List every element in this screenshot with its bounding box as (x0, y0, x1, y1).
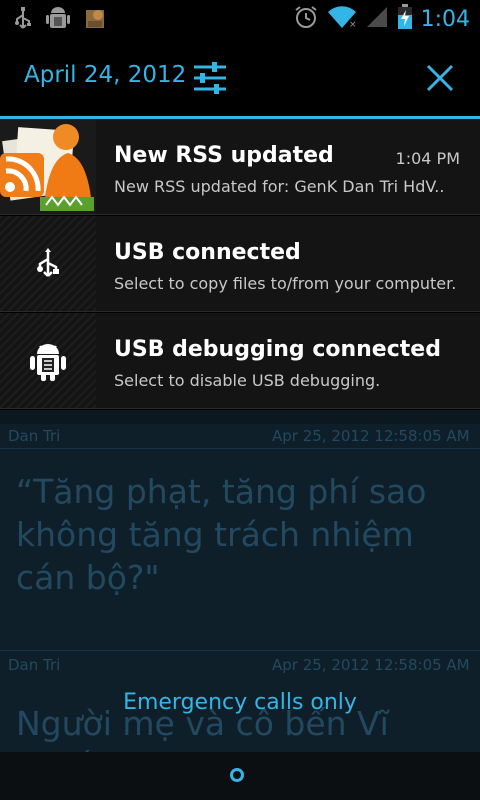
status-clock: 1:04 (420, 6, 470, 32)
feed-item-source: Dan Tri (8, 427, 61, 445)
rss-icon (0, 119, 96, 218)
notification-time: 1:04 PM (395, 149, 460, 168)
notification-header: April 24, 2012 (0, 38, 480, 116)
panel-handle-bar[interactable] (0, 752, 480, 800)
signal-icon (365, 5, 389, 33)
date-label: April 24, 2012 (24, 62, 187, 88)
notification-usb-debugging[interactable]: USB debugging connected Select to disabl… (0, 313, 480, 409)
android-debug-icon (30, 343, 66, 385)
emergency-calls-label: Emergency calls only (123, 690, 357, 715)
notification-title: USB debugging connected (114, 337, 441, 362)
notification-title: New RSS updated (114, 143, 334, 168)
close-icon (420, 64, 460, 102)
sliders-icon (190, 62, 230, 102)
alarm-icon (293, 4, 319, 34)
notification-text: Select to disable USB debugging. (114, 371, 381, 390)
rss-app-icon (84, 7, 108, 35)
settings-button[interactable] (190, 58, 230, 98)
notification-text: New RSS updated for: GenK Dan Tri HdV.. (114, 177, 445, 196)
battery-charging-icon (397, 4, 413, 34)
divider (0, 448, 480, 449)
feed-item-title[interactable]: “Tăng phạt, tăng phí sao không tăng trác… (16, 470, 466, 599)
status-bar: × 1:04 (0, 0, 480, 38)
notification-icon-area (0, 216, 96, 311)
drag-handle-icon[interactable] (230, 768, 244, 782)
usb-icon (36, 248, 60, 284)
background-partial-row (0, 410, 480, 424)
close-button[interactable] (420, 58, 460, 98)
feed-item-date: Apr 25, 2012 12:58:05 AM (272, 427, 470, 445)
notification-icon-area (0, 119, 96, 214)
feed-item-source: Dan Tri (8, 656, 61, 674)
wifi-icon: × (327, 5, 357, 33)
notification-rss[interactable]: New RSS updated 1:04 PM New RSS updated … (0, 119, 480, 215)
divider (0, 650, 480, 651)
usb-icon (14, 7, 32, 35)
feed-item-date: Apr 25, 2012 12:58:05 AM (272, 656, 470, 674)
android-debug-icon (46, 6, 70, 36)
notification-usb-connected[interactable]: USB connected Select to copy files to/fr… (0, 216, 480, 312)
notification-text: Select to copy files to/from your comput… (114, 274, 457, 293)
svg-text:×: × (349, 20, 357, 29)
notification-icon-area (0, 313, 96, 408)
notification-title: USB connected (114, 240, 301, 265)
